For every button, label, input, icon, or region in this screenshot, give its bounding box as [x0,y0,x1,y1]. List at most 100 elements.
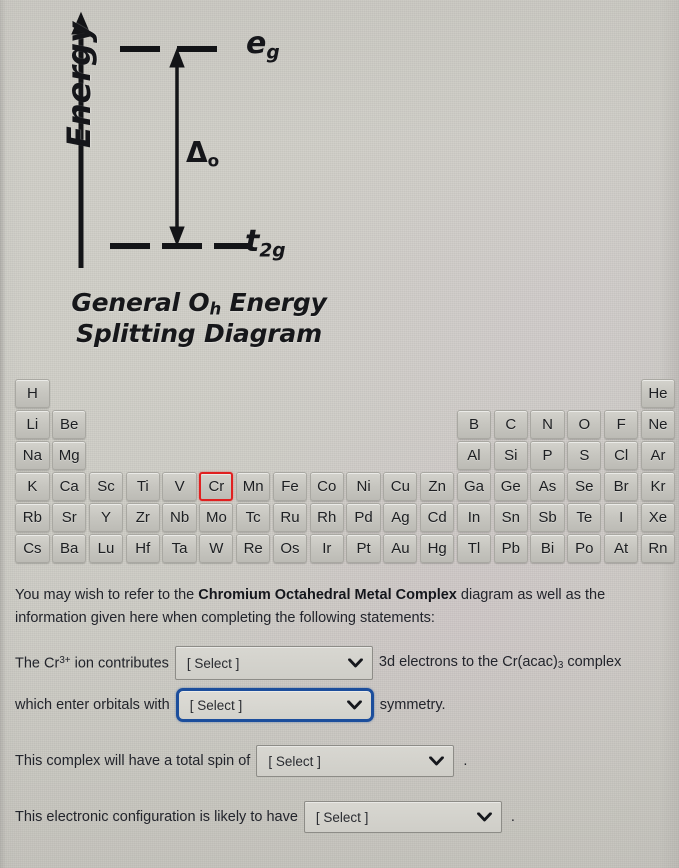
element-cell-ne[interactable]: Ne [640,410,676,439]
element-cell-ge[interactable]: Ge [493,472,528,501]
element-symbol: Ar [650,447,666,464]
element-cell-se[interactable]: Se [567,472,602,501]
element-cell-in[interactable]: In [456,503,492,532]
element-cell-zn[interactable]: Zn [420,472,455,501]
element-cell-p[interactable]: P [530,441,565,470]
instructions-paragraph: You may wish to refer to the Chromium Oc… [15,584,665,630]
element-cell-cl[interactable]: Cl [604,441,639,470]
element-cell-cu[interactable]: Cu [383,472,418,501]
element-cell-co[interactable]: Co [309,472,344,501]
element-cell-po[interactable]: Po [567,534,602,563]
element-cell-ar[interactable]: Ar [640,441,676,470]
element-cell-hg[interactable]: Hg [420,534,455,563]
element-cell-s[interactable]: S [567,441,602,470]
element-cell-at[interactable]: At [604,534,639,563]
energy-splitting-diagram: Energy eg t2g Δo General Oh Energy Split… [0,0,420,378]
select-total-spin[interactable]: [ Select ] [256,745,455,777]
element-cell-li[interactable]: Li [15,410,50,439]
chevron-down-icon [476,812,492,822]
element-cell-cs[interactable]: Cs [15,534,50,563]
element-cell-c[interactable]: C [493,410,528,439]
element-cell-mo[interactable]: Mo [199,503,234,532]
element-cell-ga[interactable]: Ga [456,472,492,501]
element-cell-nb[interactable]: Nb [162,503,197,532]
element-cell-os[interactable]: Os [272,534,308,563]
element-cell-rh[interactable]: Rh [309,503,344,532]
element-cell-sr[interactable]: Sr [52,503,87,532]
element-cell-pd[interactable]: Pd [346,503,381,532]
element-symbol: Sn [501,509,520,526]
element-cell-h[interactable]: H [15,379,50,408]
element-symbol: Mo [205,509,227,526]
element-symbol: Te [576,509,593,526]
element-cell-rn[interactable]: Rn [640,534,676,563]
element-cell-fe[interactable]: Fe [272,472,308,501]
element-symbol: Se [575,478,594,495]
delta-o-subscript: o [207,150,220,171]
element-cell-sc[interactable]: Sc [88,472,124,501]
select-electron-count[interactable]: [ Select ] [174,646,373,680]
element-cell-ir[interactable]: Ir [309,534,344,563]
element-cell-xe[interactable]: Xe [640,503,676,532]
element-cell-lu[interactable]: Lu [88,534,124,563]
element-symbol: Cd [427,509,447,526]
element-symbol: Ne [648,416,668,433]
element-symbol: Ge [500,478,521,495]
element-cell-n[interactable]: N [530,410,565,439]
element-cell-au[interactable]: Au [383,534,418,563]
element-cell-pb[interactable]: Pb [493,534,528,563]
element-cell-he[interactable]: He [640,379,676,408]
element-symbol: Na [22,447,42,464]
element-cell-ca[interactable]: Ca [52,472,87,501]
element-cell-bi[interactable]: Bi [530,534,565,563]
element-cell-y[interactable]: Y [88,503,124,532]
element-cell-ba[interactable]: Ba [52,534,87,563]
element-cell-k[interactable]: K [15,472,50,501]
element-cell-ag[interactable]: Ag [383,503,418,532]
element-symbol: B [468,416,479,433]
element-cell-o[interactable]: O [567,410,602,439]
element-cell-cr[interactable]: Cr [199,472,234,501]
element-symbol: Ru [280,509,300,526]
element-cell-si[interactable]: Si [493,441,528,470]
element-cell-tc[interactable]: Tc [236,503,271,532]
element-cell-te[interactable]: Te [567,503,602,532]
element-cell-mg[interactable]: Mg [52,441,87,470]
element-cell-re[interactable]: Re [236,534,271,563]
element-cell-i[interactable]: I [604,503,639,532]
element-symbol: Hf [135,540,151,557]
element-symbol: Sr [61,509,77,526]
element-cell-tl[interactable]: Tl [456,534,492,563]
element-cell-ti[interactable]: Ti [125,472,160,501]
select-electronic-configuration[interactable]: [ Select ] [303,801,502,833]
element-cell-cd[interactable]: Cd [420,503,455,532]
element-cell-hf[interactable]: Hf [125,534,160,563]
element-cell-ni[interactable]: Ni [346,472,381,501]
element-cell-as[interactable]: As [530,472,565,501]
element-cell-rb[interactable]: Rb [15,503,50,532]
element-symbol: H [26,385,38,402]
select-orbital-symmetry[interactable]: [ Select ] [175,688,374,722]
element-cell-f[interactable]: F [604,410,639,439]
element-cell-ru[interactable]: Ru [272,503,308,532]
element-cell-br[interactable]: Br [604,472,639,501]
element-symbol: Tl [467,540,481,557]
select-orbital-symmetry-value: [ Select ] [189,697,243,713]
element-cell-mn[interactable]: Mn [236,472,271,501]
element-cell-sb[interactable]: Sb [530,503,565,532]
element-symbol: Os [280,540,300,557]
element-cell-b[interactable]: B [456,410,492,439]
element-cell-pt[interactable]: Pt [346,534,381,563]
question-total-spin: This complex will have a total spin of [… [15,745,467,777]
element-cell-sn[interactable]: Sn [493,503,528,532]
element-cell-w[interactable]: W [199,534,234,563]
periodic-table[interactable]: H He Li Be B C N O F Ne Na Mg Al Si P S Cl Ar K Ca Sc Ti V Cr Mn… [14,379,676,563]
element-cell-be[interactable]: Be [52,410,87,439]
element-cell-v[interactable]: V [162,472,197,501]
element-symbol: Si [504,447,518,464]
element-cell-ta[interactable]: Ta [162,534,197,563]
element-cell-na[interactable]: Na [15,441,50,470]
element-cell-kr[interactable]: Kr [640,472,676,501]
element-cell-al[interactable]: Al [456,441,492,470]
element-cell-zr[interactable]: Zr [125,503,160,532]
